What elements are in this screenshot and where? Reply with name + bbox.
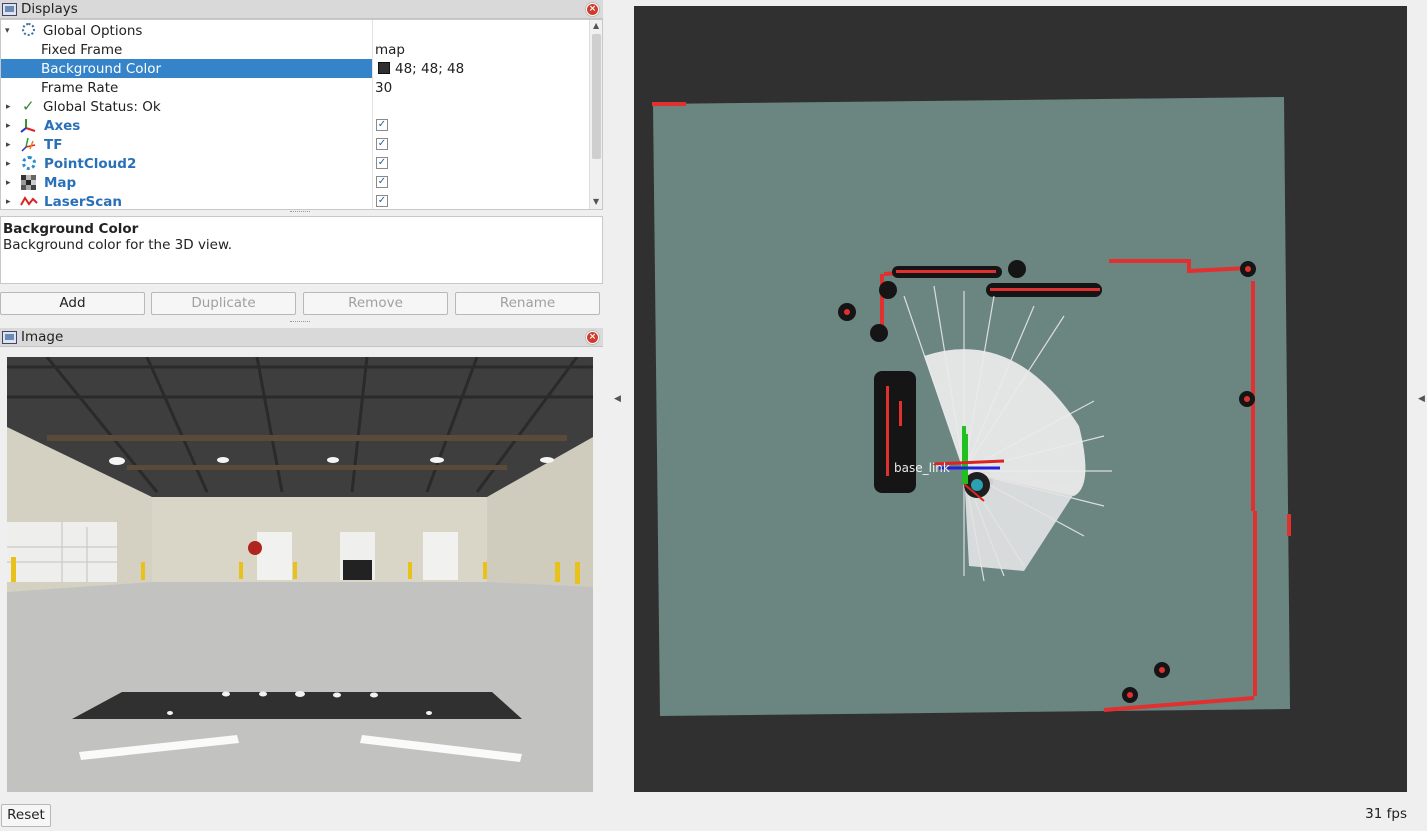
tf-icon	[21, 137, 36, 152]
remove-button[interactable]: Remove	[303, 292, 448, 315]
tree-row-label: Frame Rate	[41, 79, 119, 96]
tree-row-label: PointCloud2	[44, 155, 137, 172]
close-icon: ×	[587, 4, 598, 15]
splitter-handle[interactable]	[290, 321, 310, 324]
map-icon	[21, 175, 36, 190]
image-panel-title: Image	[21, 329, 64, 345]
expand-arrow-icon[interactable]: ▸	[6, 140, 16, 150]
tree-row-label: TF	[44, 136, 63, 153]
add-button[interactable]: Add	[0, 292, 145, 315]
expand-arrow-icon[interactable]: ▸	[6, 197, 16, 207]
expand-arrow-icon[interactable]: ▸	[6, 102, 16, 112]
tree-row-global-status[interactable]: ▸ ✓ Global Status: Ok	[1, 97, 589, 116]
axes-icon	[20, 119, 36, 133]
laserscan-checkbox[interactable]: ✓	[376, 195, 388, 207]
tree-row-fixed-frame[interactable]: Fixed Frame map	[1, 40, 589, 59]
background-color-value[interactable]: 48; 48; 48	[395, 61, 464, 77]
image-panel-header: Image ×	[0, 328, 603, 347]
close-image-button[interactable]: ×	[585, 330, 600, 345]
tree-row-tf[interactable]: ▸ TF ✓	[1, 135, 589, 154]
pointcloud2-checkbox[interactable]: ✓	[376, 157, 388, 169]
left-dock: Displays × ▾ Global Options Fixed Frame …	[0, 0, 605, 798]
expand-arrow-icon[interactable]: ▸	[6, 178, 16, 188]
reset-button[interactable]: Reset	[1, 804, 51, 827]
collapse-right-icon[interactable]: ◀	[1418, 394, 1425, 404]
map-checkbox[interactable]: ✓	[376, 176, 388, 188]
displays-panel-header: Displays ×	[0, 0, 603, 19]
tf-checkbox[interactable]: ✓	[376, 138, 388, 150]
warehouse-scene	[7, 357, 593, 792]
expand-arrow-icon[interactable]: ▸	[6, 121, 16, 131]
render-3d-view[interactable]: base_link	[634, 6, 1407, 792]
tree-row-laserscan[interactable]: ▸ LaserScan ✓	[1, 192, 589, 211]
tree-row-axes[interactable]: ▸ Axes ✓	[1, 116, 589, 135]
tree-row-map[interactable]: ▸ Map ✓	[1, 173, 589, 192]
fps-counter: 31 fps	[1365, 806, 1407, 822]
tree-row-label: Axes	[44, 117, 81, 134]
description-text: Background color for the 3D view.	[3, 237, 233, 253]
expand-arrow-icon[interactable]: ▸	[6, 159, 16, 169]
scrollbar-thumb[interactable]	[592, 34, 601, 159]
scroll-up-icon[interactable]: ▲	[593, 21, 599, 30]
tree-row-pointcloud2[interactable]: ▸ PointCloud2 ✓	[1, 154, 589, 173]
tree-row-background-color[interactable]: Background Color 48; 48; 48	[1, 59, 589, 78]
tree-scrollbar[interactable]: ▲ ▼	[589, 20, 602, 209]
description-title: Background Color	[3, 221, 139, 237]
scroll-down-icon[interactable]: ▼	[593, 197, 599, 206]
status-bar: Reset 31 fps	[0, 798, 1427, 831]
rename-button[interactable]: Rename	[455, 292, 600, 315]
camera-image	[7, 357, 593, 792]
tree-row-frame-rate[interactable]: Frame Rate 30	[1, 78, 589, 97]
splitter-handle[interactable]	[290, 211, 310, 214]
collapse-left-icon[interactable]: ◀	[614, 394, 621, 404]
displays-panel-title: Displays	[21, 1, 78, 17]
collapse-arrow-icon[interactable]: ▾	[5, 26, 15, 36]
axes-checkbox[interactable]: ✓	[376, 119, 388, 131]
tf-frame-label: base_link	[894, 461, 950, 475]
property-description: Background Color Background color for th…	[0, 216, 603, 284]
tree-row-label: Global Options	[43, 22, 143, 39]
tree-row-label: Background Color	[41, 60, 162, 77]
close-displays-button[interactable]: ×	[585, 2, 600, 17]
fixed-frame-value[interactable]: map	[375, 42, 405, 58]
tree-row-global-options[interactable]: ▾ Global Options	[1, 21, 589, 40]
map-render: base_link	[652, 97, 1291, 716]
tree-row-label: Global Status: Ok	[43, 98, 161, 115]
displays-tree: ▾ Global Options Fixed Frame map Backgro…	[0, 19, 603, 210]
pointcloud-icon	[22, 156, 36, 170]
duplicate-button[interactable]: Duplicate	[151, 292, 296, 315]
frame-rate-value[interactable]: 30	[375, 80, 392, 96]
checkmark-icon: ✓	[22, 97, 35, 115]
gear-icon	[22, 23, 35, 36]
image-icon	[2, 330, 17, 344]
close-icon: ×	[587, 332, 598, 343]
tree-row-label: Map	[44, 174, 77, 191]
tree-row-label: Fixed Frame	[41, 41, 123, 58]
color-swatch[interactable]	[378, 62, 390, 74]
monitor-icon	[2, 2, 17, 16]
tree-row-label: LaserScan	[44, 193, 123, 210]
laserscan-icon	[20, 196, 38, 206]
